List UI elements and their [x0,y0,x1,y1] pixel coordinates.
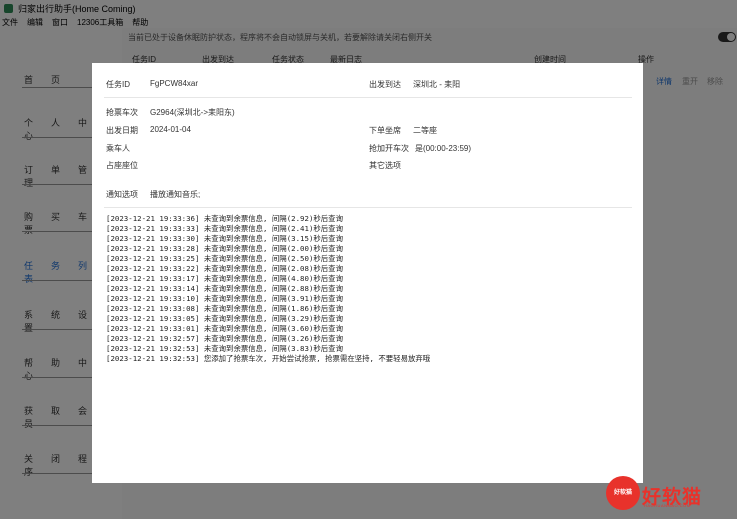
log-line: [2023-12-21 19:32:57] 未查询到余票信息, 间隔(3.26)… [106,334,343,343]
log-line: [2023-12-21 19:33:25] 未查询到余票信息, 间隔(2.50)… [106,254,343,263]
watermark-logo: 好软猫 好软猫 HAORUANMAO.COM [606,476,716,510]
date-label: 出发日期 [106,126,138,135]
seat-value: 二等座 [413,126,437,135]
log-line: [2023-12-21 19:33:10] 未查询到余票信息, 间隔(3.91)… [106,294,343,303]
watermark-subtext: HAORUANMAO.COM [644,503,691,508]
seat-label: 下单坐席 [369,126,401,135]
extra-train-label: 抢加开车次 [369,144,409,153]
task-log: [2023-12-21 19:33:36] 未查询到余票信息, 间隔(2.92)… [106,214,626,364]
log-line: [2023-12-21 19:33:22] 未查询到余票信息, 间隔(2.08)… [106,264,343,273]
train-label: 抢票车次 [106,108,138,117]
watermark-badge-text: 好软猫 [613,490,632,496]
divider [104,207,632,208]
other-options-label: 其它选项 [369,161,401,170]
log-line: [2023-12-21 19:33:17] 未查询到余票信息, 间隔(4.80)… [106,274,343,283]
task-id-value: FgPCW84xar [150,79,199,88]
divider [104,97,632,98]
route-value: 深圳北 - 耒阳 [413,80,461,89]
log-line: [2023-12-21 19:33:30] 未查询到余票信息, 间隔(3.15)… [106,234,343,243]
route-label: 出发到达 [369,80,401,89]
train-value: G2964(深圳北->耒阳东) [150,108,235,117]
log-line: [2023-12-21 19:32:53] 您添加了抢票车次, 开始尝试抢票, … [106,354,431,363]
standing-seat-label: 占座座位 [106,161,138,170]
watermark-badge-icon: 好软猫 [606,476,640,510]
task-detail-modal: 任务ID FgPCW84xar 出发到达 深圳北 - 耒阳 抢票车次 G2964… [92,63,643,483]
passenger-label: 乘车人 [106,144,130,153]
log-line: [2023-12-21 19:33:28] 未查询到余票信息, 间隔(2.00)… [106,244,343,253]
log-line: [2023-12-21 19:32:53] 未查询到余票信息, 间隔(3.83)… [106,344,343,353]
extra-train-value: 是(00:00-23:59) [415,144,472,153]
date-value: 2024-01-04 [150,125,191,134]
notify-label: 通知选项 [106,190,138,199]
log-line: [2023-12-21 19:33:36] 未查询到余票信息, 间隔(2.92)… [106,214,343,223]
log-line: [2023-12-21 19:33:14] 未查询到余票信息, 间隔(2.88)… [106,284,343,293]
notify-value: 播放通知音乐; [150,190,201,199]
log-line: [2023-12-21 19:33:01] 未查询到余票信息, 间隔(3.60)… [106,324,343,333]
log-line: [2023-12-21 19:33:33] 未查询到余票信息, 间隔(2.41)… [106,224,343,233]
log-line: [2023-12-21 19:33:05] 未查询到余票信息, 间隔(3.29)… [106,314,343,323]
task-id-label: 任务ID [106,80,130,89]
log-line: [2023-12-21 19:33:08] 未查询到余票信息, 间隔(1.86)… [106,304,343,313]
